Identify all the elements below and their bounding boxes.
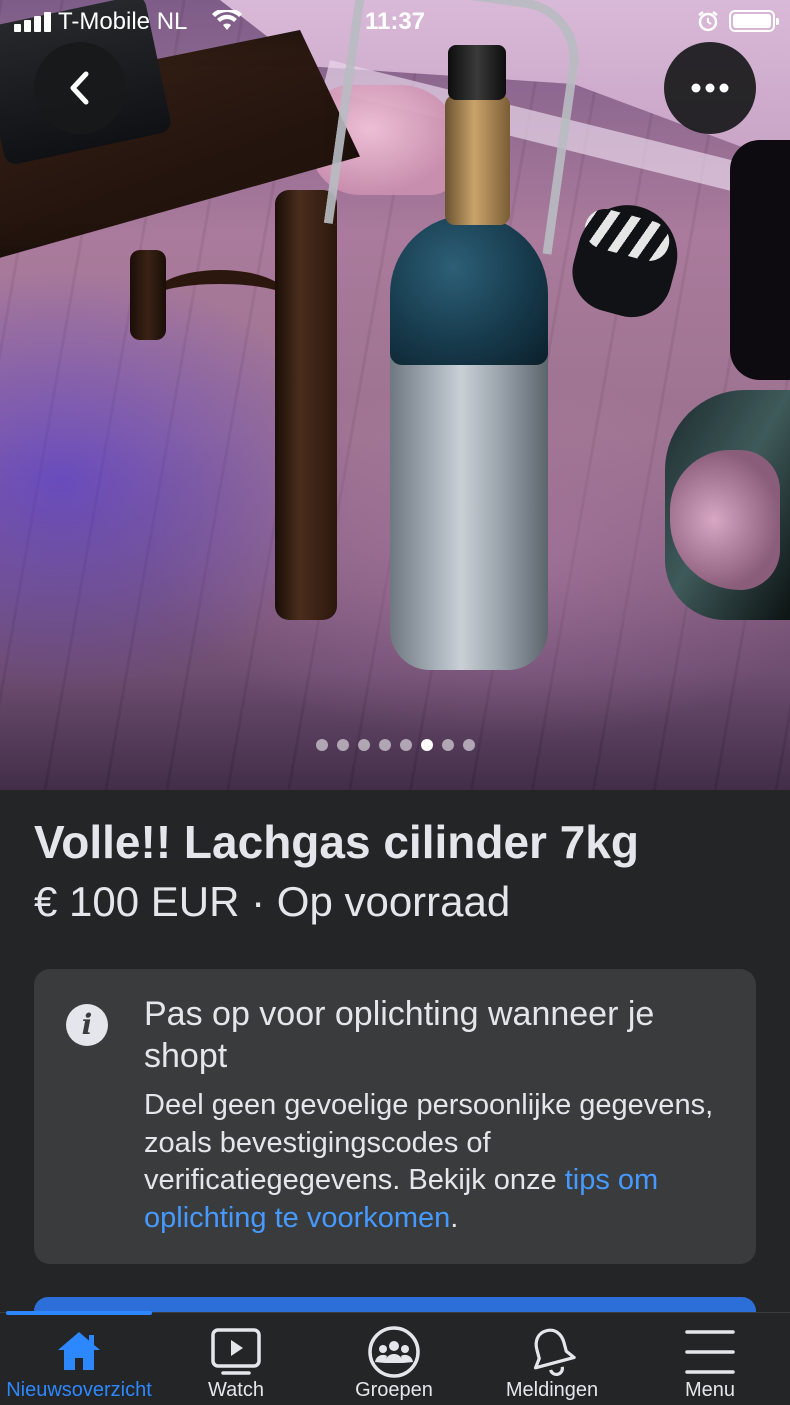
tab-label: Meldingen [505, 1379, 599, 1401]
tab-watch[interactable]: Watch [157, 1313, 315, 1405]
tab-groepen[interactable]: Groepen [315, 1313, 473, 1405]
clock-time: 11:37 [364, 8, 426, 35]
photo-cylinder-valve-cap [448, 45, 506, 100]
listing-title: Volle!! Lachgas cilinder 7kg [34, 816, 639, 868]
scam-warning-body: Deel geen gevoelige persoonlijke gegeven… [144, 1087, 744, 1237]
status-bar: T-Mobile NL 11:37 [0, 0, 790, 44]
pagination-dot[interactable] [441, 739, 454, 751]
photo-table-leg [275, 190, 337, 620]
photo-cylinder-valve [445, 95, 510, 225]
tab-label: Menu [684, 1379, 736, 1401]
pagination-dot[interactable] [462, 739, 475, 751]
tab-meldingen[interactable]: Meldingen [473, 1313, 631, 1405]
photo-dark-object [730, 140, 790, 380]
tab-label: Watch [208, 1379, 264, 1401]
watch-play-icon [211, 1328, 261, 1375]
groups-icon [368, 1326, 420, 1378]
info-icon: i [66, 1004, 108, 1046]
active-tab-indicator [6, 1311, 152, 1315]
home-icon [58, 1332, 100, 1370]
more-horizontal-icon [691, 83, 729, 93]
alarm-icon [698, 11, 718, 32]
photo-pagination-dots[interactable] [0, 739, 790, 751]
scam-warning-title: Pas op voor oplichting wanneer je shopt [144, 995, 655, 1075]
chevron-left-icon [70, 71, 89, 105]
listing-photo[interactable] [0, 0, 790, 790]
tab-label: Groepen [355, 1379, 433, 1401]
battery-icon [729, 10, 779, 32]
pagination-dot[interactable] [378, 739, 391, 751]
pagination-dot[interactable] [336, 739, 349, 751]
pagination-dot-active[interactable] [420, 739, 433, 751]
bell-icon [533, 1328, 576, 1377]
scam-warning-period: . [450, 1201, 459, 1234]
photo-table-leg-back [130, 250, 166, 340]
tab-label: Nieuwsoverzicht [6, 1379, 152, 1401]
photo-table-brace [150, 270, 290, 330]
tab-menu[interactable]: Menu [631, 1313, 789, 1405]
pagination-dot[interactable] [399, 739, 412, 751]
photo-cylinder-shoulder [390, 215, 548, 365]
bottom-tab-bar: Nieuwsoverzicht Watch Groepen Meldingen [0, 1312, 790, 1405]
scam-warning-card: i Pas op voor oplichting wanneer je shop… [34, 969, 756, 1264]
pagination-dot[interactable] [315, 739, 328, 751]
pagination-dot[interactable] [357, 739, 370, 751]
back-button[interactable] [34, 42, 126, 134]
more-options-button[interactable] [664, 42, 756, 134]
menu-icon [685, 1330, 735, 1374]
listing-price-availability: € 100 EUR · Op voorraad [34, 878, 511, 925]
tab-nieuwsoverzicht[interactable]: Nieuwsoverzicht [0, 1313, 158, 1405]
